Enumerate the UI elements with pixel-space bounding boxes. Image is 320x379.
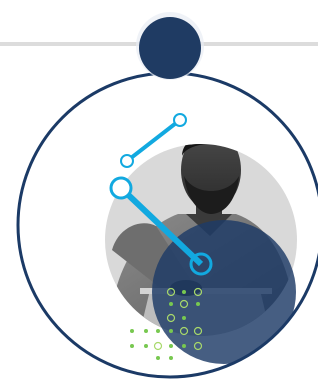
grid-dot	[130, 329, 134, 333]
network-node-icon	[139, 17, 201, 79]
grid-dot	[182, 290, 186, 294]
grid-dot	[156, 329, 160, 333]
network-node-large	[109, 176, 133, 200]
grid-dot	[169, 344, 173, 348]
grid-dot	[153, 341, 163, 351]
grid-dot	[169, 302, 173, 306]
network-node-small-top	[173, 113, 187, 127]
grid-dot	[169, 356, 173, 360]
grid-dot	[156, 356, 160, 360]
hero-illustration	[0, 12, 318, 379]
grid-dot	[144, 329, 148, 333]
network-node-small-left	[120, 154, 134, 168]
grid-dot	[169, 329, 173, 333]
grid-dot	[144, 344, 148, 348]
grid-dot	[196, 302, 200, 306]
grid-dot	[182, 344, 186, 348]
grid-dot	[130, 344, 134, 348]
grid-dot	[182, 316, 186, 320]
